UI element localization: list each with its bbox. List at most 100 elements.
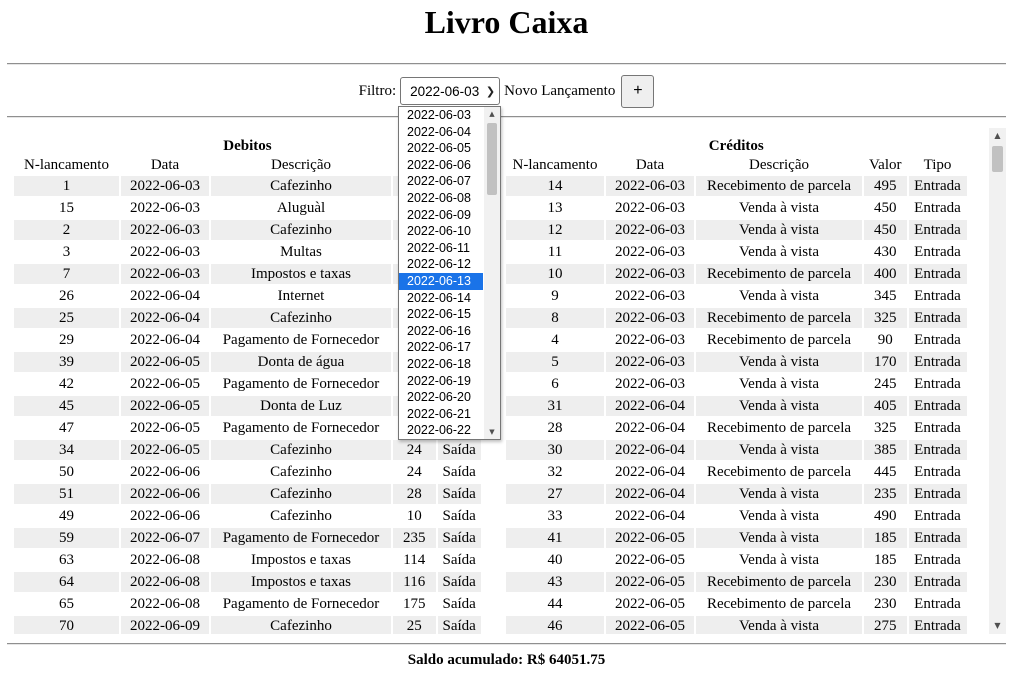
credit-cell: 185 (864, 528, 907, 548)
date-option[interactable]: 2022-06-03 (399, 107, 483, 124)
debit-table-row: 49 2022-06-06 Cafezinho 10 Saída (14, 506, 481, 526)
credit-cell: 345 (874, 288, 897, 304)
date-option[interactable]: 2022-06-13 (399, 272, 483, 290)
credit-cell: Venda à vista (696, 616, 862, 634)
dropdown-scrollbar-thumb[interactable] (487, 123, 497, 195)
debit-cell: 64 (14, 572, 119, 592)
debit-cell: Donta de Luz (211, 396, 391, 416)
date-option[interactable]: 2022-06-09 (399, 207, 483, 224)
debit-cell: 28 (393, 484, 436, 504)
credit-table-row: 13 2022-06-03 Venda à vista 450 Entrada (506, 198, 967, 218)
credit-col-header: Data (635, 157, 665, 173)
date-option[interactable]: 2022-06-21 (399, 406, 483, 423)
date-dropdown-list[interactable]: 2022-06-03 2022-06-04 2022-06-05 2022-06-06… (398, 106, 501, 440)
debit-cell: 25 (14, 308, 119, 328)
debit-cell: 2022-06-08 (121, 572, 209, 592)
credits-table: Créditos N-lancamento Data Descrição Valor T… (504, 138, 969, 634)
date-option[interactable]: 2022-06-08 (399, 190, 483, 207)
date-option[interactable]: 2022-06-17 (399, 339, 483, 356)
date-option[interactable]: 2022-06-04 (399, 124, 483, 141)
debit-cell: 2022-06-03 (121, 176, 209, 196)
credit-cell: Venda à vista (696, 396, 862, 416)
credit-cell: Entrada (914, 332, 961, 348)
date-option[interactable]: 2022-06-22 (399, 422, 483, 439)
debit-cell: 116 (393, 572, 436, 592)
debit-cell: Cafezinho (211, 308, 391, 328)
debit-cell: 2022-06-03 (130, 200, 200, 216)
date-option[interactable]: 2022-06-19 (399, 373, 483, 390)
credit-cell: 2022-06-04 (615, 464, 685, 480)
debit-cell: 51 (14, 484, 119, 504)
scroll-up-arrow-icon[interactable]: ▲ (989, 128, 1006, 144)
credit-cell: Entrada (914, 376, 961, 392)
credit-table-row: 5 2022-06-03 Venda à vista 170 Entrada (506, 352, 967, 372)
date-filter-select[interactable]: 2022-06-03 ❯ (400, 77, 501, 105)
date-option[interactable]: 2022-06-14 (399, 290, 483, 307)
credit-table-row: 28 2022-06-04 Recebimento de parcela 325 Ent… (506, 418, 967, 438)
dropdown-scroll-up-icon[interactable]: ▲ (484, 107, 500, 121)
credit-cell: 2022-06-03 (615, 332, 685, 348)
credit-cell: 245 (874, 376, 897, 392)
filter-bar: Filtro: 2022-06-03 ❯ Novo Lançamento + (0, 74, 1013, 108)
credit-cell: 2022-06-04 (615, 420, 685, 436)
date-option[interactable]: 2022-06-06 (399, 157, 483, 174)
accumulated-balance: Saldo acumulado: R$ 64051.75 (407, 652, 606, 668)
credit-cell: 10 (506, 264, 604, 284)
debit-table-row: 65 2022-06-08 Pagamento de Fornecedor 175 Sa… (14, 594, 481, 614)
credit-cell: 2022-06-05 (606, 616, 694, 634)
debit-cell: 24 (406, 464, 422, 480)
debit-table-row: 34 2022-06-05 Cafezinho 24 Saída (14, 440, 481, 460)
date-option[interactable]: 2022-06-15 (399, 306, 483, 323)
credit-cell: Entrada (908, 528, 967, 548)
credit-cell: 2022-06-03 (606, 352, 694, 372)
credit-cell: Venda à vista (739, 552, 819, 568)
credit-table-row: 41 2022-06-05 Venda à vista 185 Entrada (506, 528, 967, 548)
date-option[interactable]: 2022-06-11 (399, 240, 483, 257)
credit-cell: 14 (506, 176, 604, 196)
credit-cell: Entrada (908, 396, 967, 416)
credit-cell: 2022-06-05 (606, 572, 694, 592)
debit-cell: 63 (59, 552, 74, 568)
credit-table-row: 6 2022-06-03 Venda à vista 245 Entrada (506, 374, 967, 394)
credit-cell: 185 (874, 552, 897, 568)
credit-cell: 430 (874, 244, 897, 260)
date-option[interactable]: 2022-06-05 (399, 140, 483, 157)
date-option[interactable]: 2022-06-10 (399, 223, 483, 240)
page-scrollbar[interactable]: ▲ ▼ (989, 128, 1006, 634)
debit-cell: Multas (280, 244, 322, 260)
date-option[interactable]: 2022-06-12 (399, 256, 483, 273)
date-option[interactable]: 2022-06-07 (399, 173, 483, 190)
debit-cell: Cafezinho (211, 176, 391, 196)
debit-cell: 2022-06-03 (130, 244, 200, 260)
credit-cell: 31 (506, 396, 604, 416)
debit-cell: Pagamento de Fornecedor (222, 332, 380, 348)
debit-cell: 2022-06-05 (130, 376, 200, 392)
credit-col-header: N-lancamento (512, 157, 598, 173)
date-option[interactable]: 2022-06-18 (399, 356, 483, 373)
credit-cell: Entrada (908, 572, 967, 592)
debit-cell: 39 (14, 352, 119, 372)
credit-cell: 450 (864, 220, 907, 240)
debit-cell: 24 (393, 440, 436, 460)
credit-cell: Recebimento de parcela (706, 464, 852, 480)
dropdown-scroll-down-icon[interactable]: ▼ (484, 425, 500, 439)
credit-cell: 385 (864, 440, 907, 460)
credit-cell: Entrada (908, 308, 967, 328)
credit-cell: Recebimento de parcela (706, 420, 852, 436)
credit-cell: 2022-06-03 (615, 376, 685, 392)
debit-table-row: 63 2022-06-08 Impostos e taxas 114 Saída (14, 550, 481, 570)
date-option[interactable]: 2022-06-16 (399, 323, 483, 340)
ledger-scroll-area[interactable]: Debitos N-lancamentoDataDescriçãoValorTi… (10, 128, 1006, 634)
debit-cell: 65 (59, 596, 74, 612)
new-entry-label: Novo Lançamento (504, 82, 616, 99)
dropdown-scrollbar[interactable]: ▲ ▼ (484, 107, 500, 439)
scrollbar-thumb[interactable] (992, 146, 1003, 172)
scroll-down-arrow-icon[interactable]: ▼ (989, 618, 1006, 634)
top-divider (7, 63, 1006, 65)
debit-cell: 2022-06-05 (121, 396, 209, 416)
credit-cell: 230 (864, 572, 907, 592)
add-entry-button[interactable]: + (621, 74, 655, 108)
debit-cell: Saída (437, 484, 481, 504)
debit-cell: Cafezinho (211, 616, 391, 634)
date-option[interactable]: 2022-06-20 (399, 389, 483, 406)
